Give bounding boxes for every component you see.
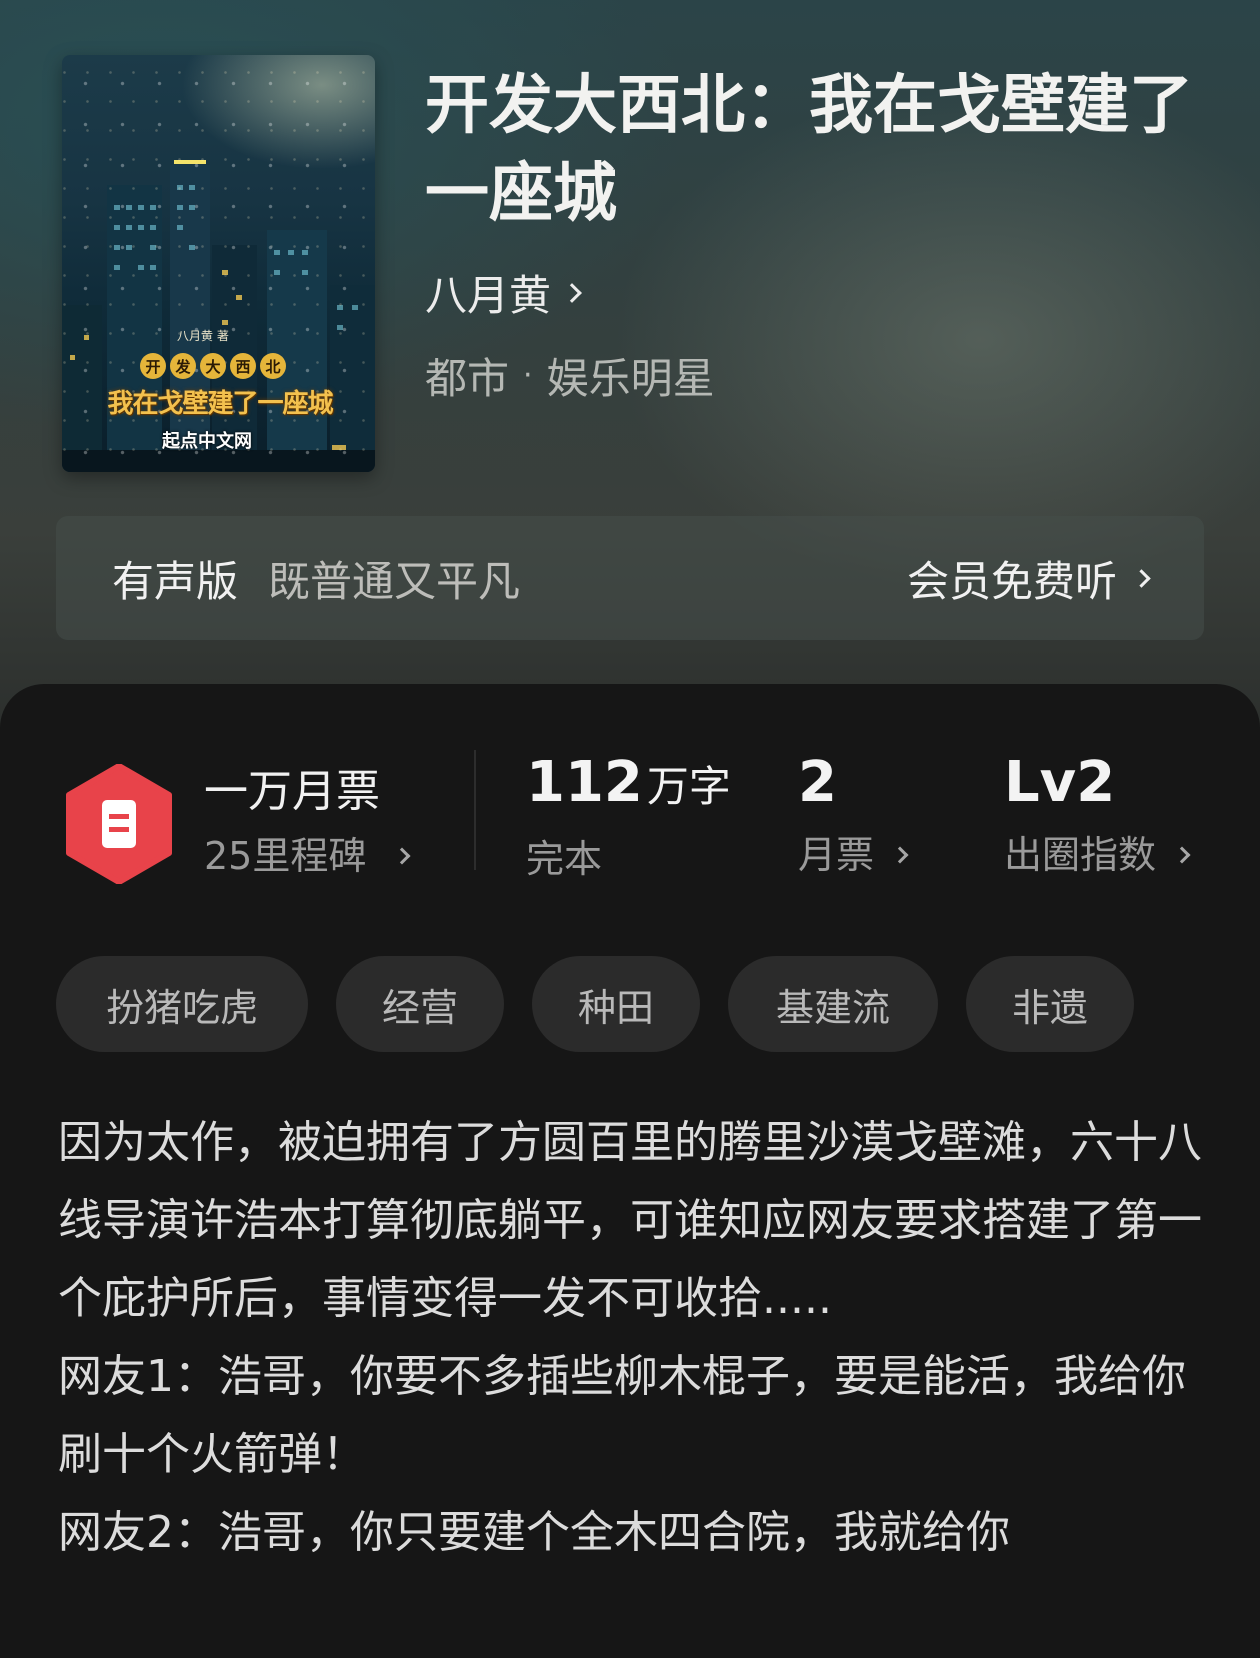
- book-cover[interactable]: 八月黄 著 开 发 大 西 北 我在戈壁建了一座城 起点中文网: [62, 55, 375, 472]
- cover-title-char: 开: [140, 353, 166, 379]
- author-name: 八月黄: [425, 271, 552, 320]
- genre-main[interactable]: 都市: [425, 345, 509, 406]
- synopsis-paragraph: 网友1：浩哥，你要不多插些柳木棍子，要是能活，我给你刷十个火箭弹！: [58, 1351, 1186, 1480]
- member-free-listen-label: 会员免费听: [906, 556, 1117, 606]
- cover-title-char: 北: [260, 353, 286, 379]
- cover-publisher: 起点中文网: [162, 431, 252, 452]
- popularity-level-value: Lv2: [1004, 750, 1116, 815]
- book-header: 八月黄 著 开 发 大 西 北 我在戈壁建了一座城 起点中文网 开发大西北：我在…: [0, 0, 1260, 760]
- tag-chip[interactable]: 经营: [336, 956, 504, 1052]
- tag-chip[interactable]: 种田: [532, 956, 700, 1052]
- cover-title-bottom: 我在戈壁建了一座城: [107, 389, 333, 419]
- audio-version-bar[interactable]: 有声版 既普通又平凡 会员免费听: [56, 516, 1204, 640]
- word-count-unit: 万字: [646, 762, 731, 811]
- cover-author-line: 八月黄 著: [177, 329, 229, 343]
- stats-divider: [474, 750, 476, 870]
- book-title: 开发大西北：我在戈壁建了一座城: [425, 68, 1193, 231]
- cover-title-char: 发: [170, 353, 196, 379]
- chevron-right-icon: [1173, 846, 1191, 864]
- tag-list: 扮猪吃虎 经营 种田 基建流 非遗: [56, 956, 1134, 1052]
- book-info-panel: 一万月票 25里程碑 112 万字 完本 2 月票 Lv2 出圈指数 扮猪吃虎 …: [0, 684, 1260, 1658]
- popularity-index-label: 出圈指数: [1004, 833, 1157, 877]
- popularity-index-stat[interactable]: Lv2 出圈指数: [1004, 748, 1191, 880]
- ticket-milestone-row: 25里程碑: [204, 830, 411, 882]
- synopsis-paragraph: 因为太作，被迫拥有了方圆百里的腾里沙漠戈壁滩，六十八线导演许浩本打算彻底躺平，可…: [58, 1117, 1202, 1324]
- genre-row: 都市 · 娱乐明星: [425, 345, 715, 406]
- stats-row: 一万月票 25里程碑 112 万字 完本 2 月票 Lv2 出圈指数: [0, 684, 1260, 884]
- cover-title-char: 大: [200, 353, 226, 379]
- chevron-right-icon: [562, 282, 582, 303]
- synopsis-paragraph: 网友2：浩哥，你只要建个全木四合院，我就给你: [58, 1507, 1010, 1558]
- word-count-value: 112: [526, 750, 643, 815]
- tag-chip[interactable]: 基建流: [728, 956, 938, 1052]
- ticket-milestone-label: 25里程碑: [204, 834, 367, 878]
- monthly-ticket-label: 月票: [798, 833, 875, 877]
- tag-chip[interactable]: 扮猪吃虎: [56, 956, 308, 1052]
- ticket-milestone[interactable]: 一万月票 25里程碑: [204, 764, 411, 882]
- book-synopsis[interactable]: 因为太作，被迫拥有了方圆百里的腾里沙漠戈壁滩，六十八线导演许浩本打算彻底躺平，可…: [58, 1104, 1208, 1572]
- chevron-right-icon: [891, 846, 909, 864]
- chevron-right-icon: [393, 847, 411, 865]
- cover-title-char: 西: [230, 353, 256, 379]
- chevron-right-icon: [1132, 568, 1151, 588]
- monthly-ticket-value: 2: [798, 750, 837, 815]
- cover-title-top: 开 发 大 西 北: [140, 353, 286, 379]
- genre-sub[interactable]: 娱乐明星: [547, 345, 715, 406]
- completion-status: 完本: [526, 837, 603, 881]
- monthly-ticket-icon[interactable]: [64, 764, 174, 884]
- genre-separator: ·: [523, 358, 533, 393]
- author-link[interactable]: 八月黄: [425, 262, 582, 323]
- audio-narrator: 既普通又平凡: [268, 556, 521, 606]
- tag-chip[interactable]: 非遗: [966, 956, 1134, 1052]
- word-count-stat: 112 万字 完本: [526, 748, 731, 884]
- book-detail-page: 八月黄 著 开 发 大 西 北 我在戈壁建了一座城 起点中文网 开发大西北：我在…: [0, 0, 1260, 1658]
- audio-label: 有声版: [112, 556, 239, 606]
- member-free-listen-button[interactable]: 会员免费听: [906, 548, 1151, 609]
- monthly-ticket-stat[interactable]: 2 月票: [798, 748, 909, 880]
- ticket-title: 一万月票: [204, 766, 380, 817]
